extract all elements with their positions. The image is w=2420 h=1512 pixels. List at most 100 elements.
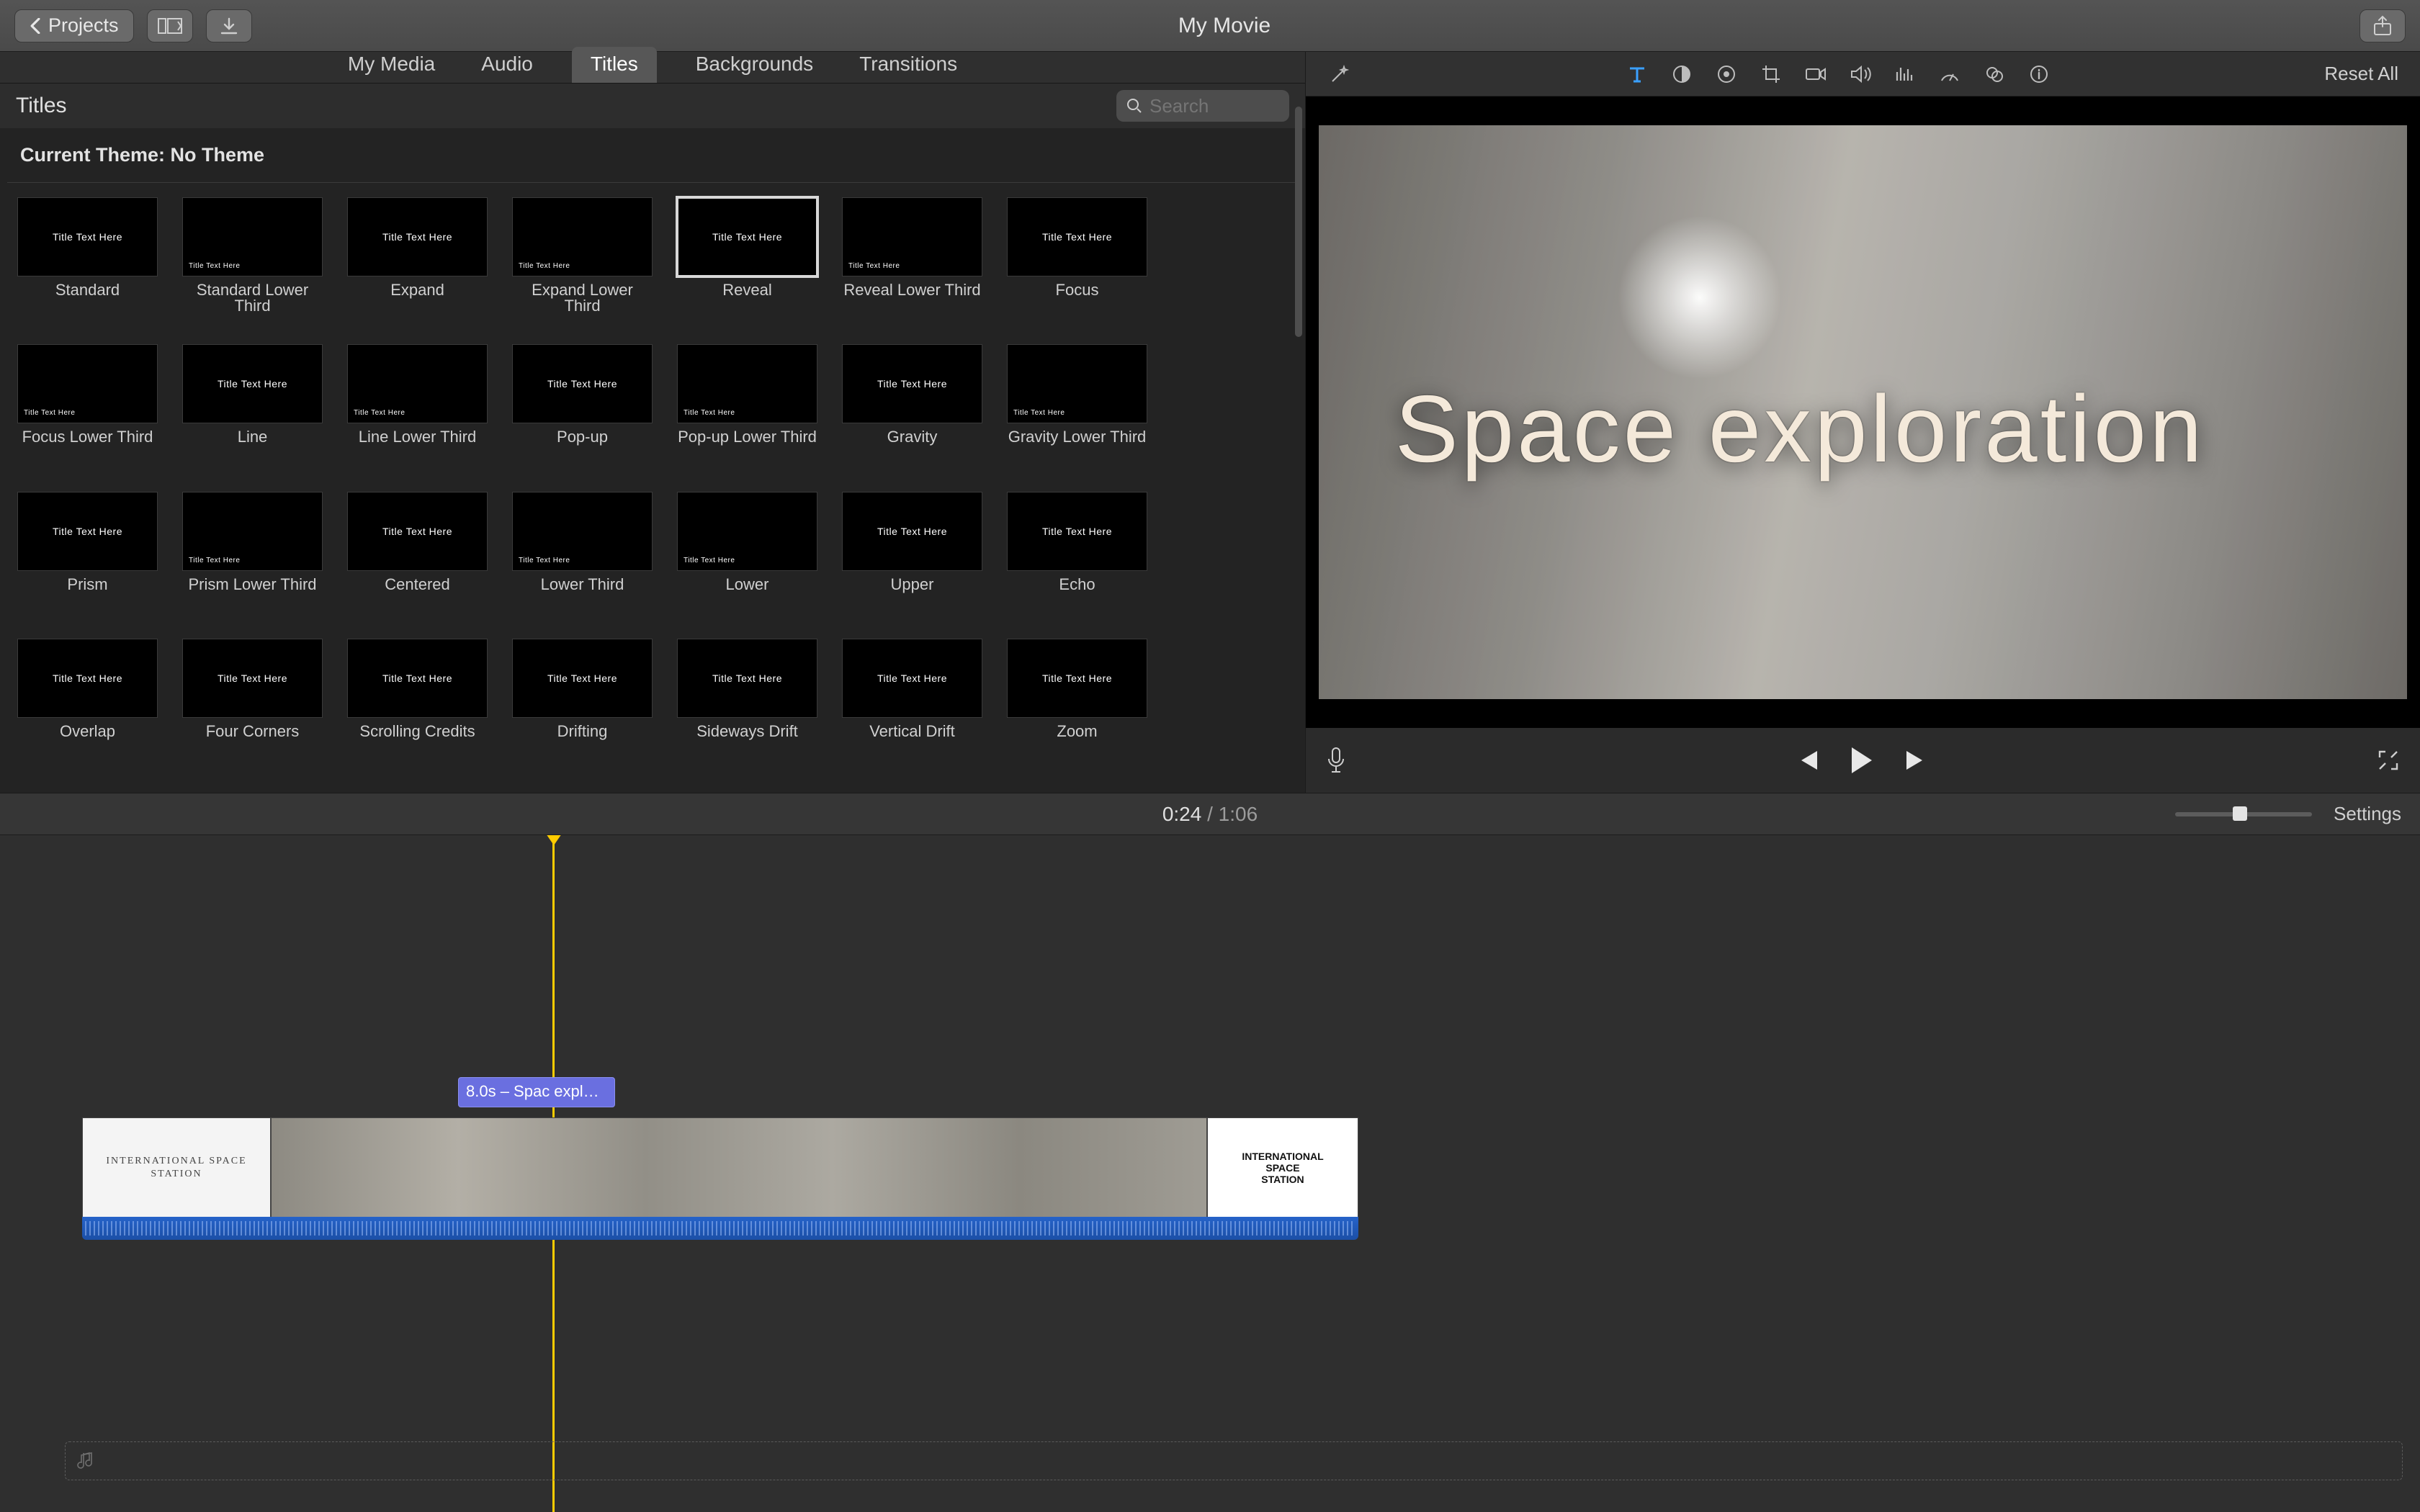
timeline-settings-button[interactable]: Settings bbox=[2334, 803, 2401, 825]
back-projects-button[interactable]: Projects bbox=[14, 9, 134, 42]
title-thumb: Title Text Here bbox=[512, 197, 653, 276]
title-item-label: Reveal Lower Third bbox=[843, 282, 980, 314]
title-item-gravity-lower-third[interactable]: Title Text HereGravity Lower Third bbox=[1007, 344, 1147, 484]
timeline-video-track[interactable]: INTERNATIONAL SPACE STATION INTERNATIONA… bbox=[82, 1117, 1358, 1261]
title-item-drifting[interactable]: Title Text HereDrifting bbox=[512, 639, 653, 778]
title-thumb: Title Text Here bbox=[677, 492, 817, 571]
crop-icon[interactable] bbox=[1759, 62, 1783, 86]
noise-reduction-icon[interactable] bbox=[1893, 62, 1917, 86]
title-thumb: Title Text Here bbox=[512, 344, 653, 423]
library-toggle-button[interactable] bbox=[147, 9, 193, 42]
speed-icon[interactable] bbox=[1937, 62, 1962, 86]
next-edit-button[interactable] bbox=[1904, 749, 1930, 772]
title-item-label: Four Corners bbox=[206, 724, 300, 755]
tab-my-media[interactable]: My Media bbox=[341, 47, 442, 83]
title-item-four-corners[interactable]: Title Text HereFour Corners bbox=[182, 639, 323, 778]
timeline-audio-waveform[interactable] bbox=[82, 1217, 1358, 1240]
divider bbox=[7, 182, 1298, 183]
import-button[interactable] bbox=[206, 9, 252, 42]
timeline-clip-outro[interactable]: INTERNATIONAL SPACE STATION bbox=[1207, 1117, 1358, 1218]
title-item-label: Upper bbox=[891, 577, 934, 608]
title-item-vertical-drift[interactable]: Title Text HereVertical Drift bbox=[842, 639, 982, 778]
timeline-music-track[interactable] bbox=[65, 1441, 2403, 1480]
title-item-standard-lower-third[interactable]: Title Text HereStandard Lower Third bbox=[182, 197, 323, 337]
title-item-echo[interactable]: Title Text HereEcho bbox=[1007, 492, 1147, 631]
title-thumb: Title Text Here bbox=[17, 639, 158, 718]
scrollbar[interactable] bbox=[1295, 107, 1302, 337]
title-item-overlap[interactable]: Title Text HereOverlap bbox=[17, 639, 158, 778]
tab-audio[interactable]: Audio bbox=[474, 47, 540, 83]
tab-transitions[interactable]: Transitions bbox=[852, 47, 964, 83]
title-item-gravity[interactable]: Title Text HereGravity bbox=[842, 344, 982, 484]
title-thumb: Title Text Here bbox=[182, 197, 323, 276]
title-item-lower-third[interactable]: Title Text HereLower Third bbox=[512, 492, 653, 631]
intro-text: INTERNATIONAL SPACE STATION bbox=[89, 1155, 264, 1181]
title-thumb: Title Text Here bbox=[1007, 492, 1147, 571]
title-item-prism-lower-third[interactable]: Title Text HerePrism Lower Third bbox=[182, 492, 323, 631]
timeline-clip-intro[interactable]: INTERNATIONAL SPACE STATION bbox=[82, 1117, 271, 1218]
stabilization-icon[interactable] bbox=[1803, 62, 1828, 86]
voiceover-button[interactable] bbox=[1326, 746, 1346, 775]
title-thumb: Title Text Here bbox=[1007, 344, 1147, 423]
info-icon[interactable] bbox=[2027, 62, 2051, 86]
title-item-upper[interactable]: Title Text HereUpper bbox=[842, 492, 982, 631]
title-thumb: Title Text Here bbox=[347, 639, 488, 718]
enhance-wand-icon[interactable] bbox=[1327, 62, 1352, 86]
title-thumb: Title Text Here bbox=[842, 197, 982, 276]
timeline-clip-main[interactable] bbox=[271, 1117, 1207, 1218]
tab-titles[interactable]: Titles bbox=[572, 47, 657, 83]
timeline-zoom-slider[interactable] bbox=[2175, 812, 2312, 816]
window-title: My Movie bbox=[14, 14, 2420, 38]
clip-filter-icon[interactable] bbox=[1982, 62, 2007, 86]
preview-viewport[interactable]: Space exploration bbox=[1306, 96, 2420, 728]
title-item-label: Expand Lower Third bbox=[512, 282, 653, 314]
title-item-centered[interactable]: Title Text HereCentered bbox=[347, 492, 488, 631]
timeline-title-clip[interactable]: 8.0s – Spac expl… bbox=[458, 1077, 615, 1107]
title-item-lower[interactable]: Title Text HereLower bbox=[677, 492, 817, 631]
share-button[interactable] bbox=[2360, 9, 2406, 42]
title-item-line-lower-third[interactable]: Title Text HereLine Lower Third bbox=[347, 344, 488, 484]
slider-handle[interactable] bbox=[2233, 806, 2247, 821]
title-item-prism[interactable]: Title Text HerePrism bbox=[17, 492, 158, 631]
title-item-pop-up-lower-third[interactable]: Title Text HerePop-up Lower Third bbox=[677, 344, 817, 484]
timeline[interactable]: 8.0s – Spac expl… INTERNATIONAL SPACE ST… bbox=[0, 835, 2420, 1512]
title-item-sideways-drift[interactable]: Title Text Here Sideways Drift bbox=[677, 639, 817, 778]
title-item-label: Prism Lower Third bbox=[188, 577, 316, 608]
chevron-left-icon bbox=[30, 18, 41, 34]
search-box[interactable] bbox=[1116, 90, 1289, 122]
color-balance-icon[interactable] bbox=[1670, 62, 1694, 86]
title-thumb: Title Text Here bbox=[347, 344, 488, 423]
reset-all-button[interactable]: Reset All bbox=[2324, 63, 2398, 85]
title-item-expand[interactable]: Title Text HereExpand bbox=[347, 197, 488, 337]
title-item-scrolling-credits[interactable]: Title Text HereScrolling Credits bbox=[347, 639, 488, 778]
title-thumb: Title Text Here bbox=[677, 639, 817, 718]
preview-title-overlay: Space exploration bbox=[1395, 374, 2205, 483]
title-thumb: Title Text Here bbox=[17, 197, 158, 276]
browser-tabs: My Media Audio Titles Backgrounds Transi… bbox=[0, 52, 1305, 84]
title-item-label: Sideways Drift bbox=[696, 724, 798, 755]
text-style-icon[interactable] bbox=[1625, 62, 1649, 86]
title-item-line[interactable]: Title Text HereLine bbox=[182, 344, 323, 484]
search-input[interactable] bbox=[1150, 95, 1279, 117]
title-item-reveal-lower-third[interactable]: Title Text Here Reveal Lower Third bbox=[842, 197, 982, 337]
title-item-label: Focus Lower Third bbox=[22, 429, 153, 461]
fullscreen-button[interactable] bbox=[2377, 749, 2400, 772]
prev-edit-button[interactable] bbox=[1794, 749, 1820, 772]
color-correction-icon[interactable] bbox=[1714, 62, 1739, 86]
title-item-reveal[interactable]: Title Text HereReveal bbox=[677, 197, 817, 337]
title-item-zoom[interactable]: Title Text HereZoom bbox=[1007, 639, 1147, 778]
title-item-label: Pop-up bbox=[557, 429, 608, 461]
title-item-focus[interactable]: Title Text HereFocus bbox=[1007, 197, 1147, 337]
tab-backgrounds[interactable]: Backgrounds bbox=[689, 47, 820, 83]
title-item-standard[interactable]: Title Text HereStandard bbox=[17, 197, 158, 337]
title-thumb: Title Text Here bbox=[842, 639, 982, 718]
title-thumb: Title Text Here bbox=[512, 492, 653, 571]
title-item-label: Reveal bbox=[722, 282, 771, 314]
title-item-pop-up[interactable]: Title Text Here Pop-up bbox=[512, 344, 653, 484]
title-thumb: Title Text Here bbox=[677, 344, 817, 423]
volume-icon[interactable] bbox=[1848, 62, 1873, 86]
title-item-expand-lower-third[interactable]: Title Text Here Expand Lower Third bbox=[512, 197, 653, 337]
music-note-icon bbox=[77, 1450, 96, 1472]
title-item-focus-lower-third[interactable]: Title Text HereFocus Lower Third bbox=[17, 344, 158, 484]
play-button[interactable] bbox=[1849, 746, 1875, 775]
